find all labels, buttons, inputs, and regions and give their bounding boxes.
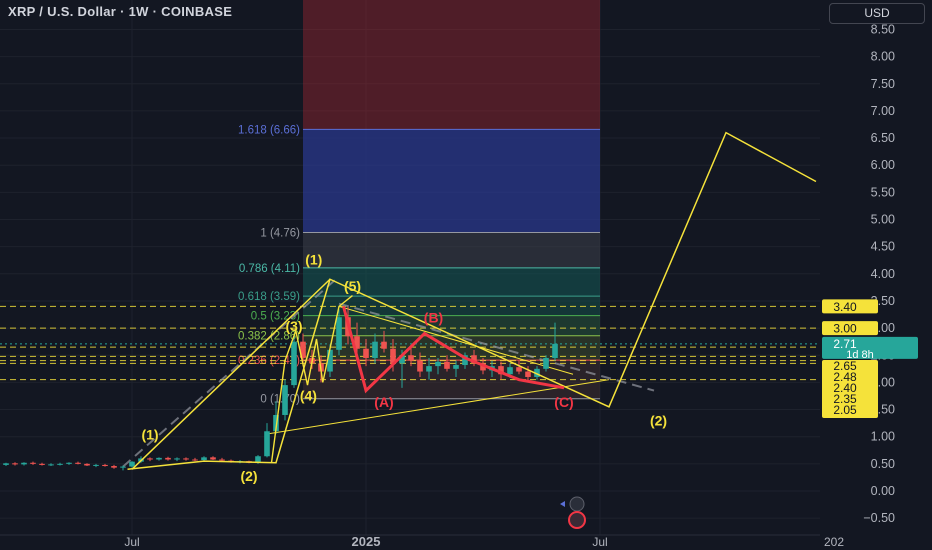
upper-red-zone <box>303 0 600 130</box>
candle-body <box>3 463 9 465</box>
fib-label: 1.618 (6.66) <box>238 124 300 136</box>
chart-title: XRP / U.S. Dollar · 1W · COINBASE <box>8 4 233 19</box>
candle-body <box>372 341 378 358</box>
y-tick-label: −0.50 <box>863 511 895 525</box>
y-tick-label: 7.00 <box>871 104 895 118</box>
candle-body <box>435 361 441 367</box>
wave-label: (2) <box>650 412 667 428</box>
x-tick-label: Jul <box>592 535 607 549</box>
candle-body <box>57 463 63 465</box>
candle-body <box>507 367 513 375</box>
price-level-label: 3.00 <box>833 322 857 336</box>
y-tick-label: 0.00 <box>871 484 895 498</box>
candle-body <box>147 458 153 460</box>
candle-body <box>543 357 549 369</box>
y-tick-label: 0.50 <box>871 457 895 471</box>
y-tick-label: 4.00 <box>871 267 895 281</box>
price-level-label: 2.05 <box>833 403 857 417</box>
fib-label: 1 (4.76) <box>260 228 300 240</box>
candle-body <box>210 457 216 460</box>
candle-body <box>165 457 171 460</box>
wave-label: (B) <box>424 310 443 326</box>
candle-body <box>264 431 270 457</box>
price-level-label: 3.40 <box>833 300 857 314</box>
fib-label: 0.786 (4.11) <box>239 263 300 275</box>
candle-body <box>291 341 297 386</box>
x-tick-label: Jul <box>124 535 139 549</box>
candle-body <box>21 462 27 465</box>
wave-label: (C) <box>554 394 573 410</box>
candle-body <box>201 457 207 461</box>
candle-body <box>84 463 90 466</box>
candle-body <box>336 317 342 350</box>
candle-body <box>453 365 459 369</box>
candle-body <box>174 458 180 460</box>
candle-body <box>12 463 18 465</box>
candle-body <box>516 367 522 372</box>
candle-body <box>102 464 108 467</box>
y-tick-label: 1.00 <box>871 430 895 444</box>
event-icon <box>569 496 585 512</box>
candle-body <box>93 464 99 466</box>
y-tick-label: 7.50 <box>871 77 895 91</box>
candle-body <box>120 466 126 468</box>
candle-body <box>192 459 198 461</box>
wave-label: (3) <box>285 318 302 334</box>
x-tick-label: 202 <box>824 535 844 549</box>
wave-label: (2) <box>240 468 257 484</box>
fib-zone-1 <box>303 232 600 268</box>
y-tick-label: 5.00 <box>871 213 895 227</box>
y-tick-label: 6.00 <box>871 158 895 172</box>
candle-body <box>111 466 117 468</box>
wave-label: (1) <box>305 252 322 268</box>
candle-body <box>426 366 432 372</box>
y-tick-label: 8.50 <box>871 22 895 36</box>
flag-event-icon <box>568 511 586 529</box>
candle-body <box>363 348 369 358</box>
y-tick-label: 4.50 <box>871 240 895 254</box>
price-chart[interactable]: 1.618 (6.66) 1 (4.76) 0.786 (4.11) 0.618 (3… <box>0 0 932 550</box>
candle-body <box>552 343 558 358</box>
candle-body <box>417 360 423 372</box>
countdown-label: 1d 8h <box>846 349 874 361</box>
candle-body <box>282 385 288 415</box>
candle-body <box>381 341 387 349</box>
y-tick-label: 5.50 <box>871 185 895 199</box>
candle-body <box>408 355 414 361</box>
wave-label: (4) <box>300 387 317 403</box>
candle-body <box>129 461 135 467</box>
y-tick-label: 8.00 <box>871 50 895 64</box>
candle-body <box>183 458 189 460</box>
currency-button[interactable]: USD <box>829 3 925 24</box>
x-tick-label: 2025 <box>352 534 381 549</box>
wave-label: (A) <box>374 394 393 410</box>
wave-label: (5) <box>344 278 361 294</box>
candle-body <box>156 457 162 460</box>
candle-body <box>444 361 450 369</box>
candle-body <box>219 459 225 461</box>
wave-label: (1) <box>141 426 158 442</box>
candle-body <box>66 462 72 464</box>
candle-body <box>525 371 531 377</box>
candle-body <box>39 463 45 465</box>
candle-body <box>75 462 81 464</box>
fib-label: 0.618 (3.59) <box>238 291 300 303</box>
y-tick-label: 6.50 <box>871 131 895 145</box>
candle-body <box>48 464 54 466</box>
candle-body <box>30 462 36 464</box>
fib-zone-1618 <box>303 129 600 233</box>
